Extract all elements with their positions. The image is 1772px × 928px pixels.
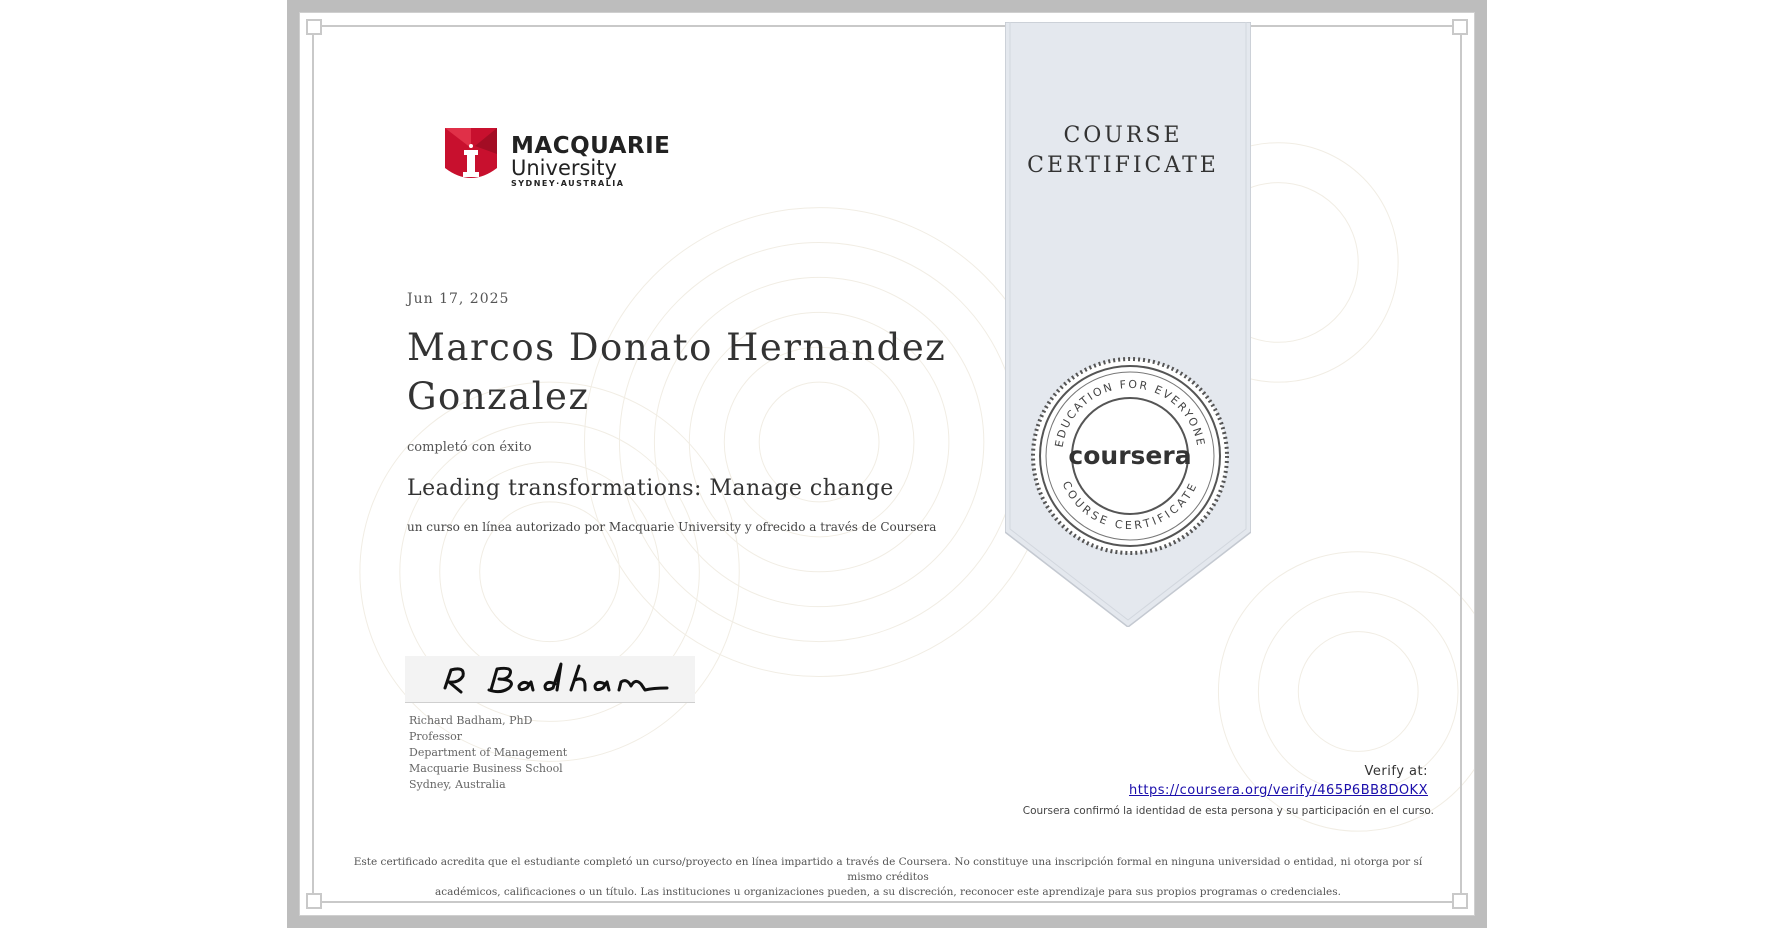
signer-school: Macquarie Business School xyxy=(409,762,563,775)
ribbon-title-line2: CERTIFICATE xyxy=(1027,153,1219,178)
corner-ornament xyxy=(306,19,322,35)
disclaimer-line2: académicos, calificaciones o un título. … xyxy=(435,886,1341,898)
ribbon-title-line1: COURSE xyxy=(1063,123,1183,148)
signature-image xyxy=(405,656,695,703)
signer-title: Professor xyxy=(409,730,463,743)
disclaimer: Este certificado acredita que el estudia… xyxy=(348,855,1428,900)
signer-location: Sydney, Australia xyxy=(409,778,506,791)
logo-wordmark-line3: SYDNEY·AUSTRALIA xyxy=(511,179,625,188)
signer-name: Richard Badham, PhD xyxy=(409,714,533,727)
ribbon-title: COURSE CERTIFICATE xyxy=(1005,121,1241,181)
verify-label: Verify at: xyxy=(1364,764,1428,779)
signer-department: Department of Management xyxy=(409,746,568,759)
issue-date: Jun 17, 2025 xyxy=(407,291,510,307)
completed-label: completó con éxito xyxy=(407,440,532,455)
corner-ornament xyxy=(1452,893,1468,909)
coursera-seal: EDUCATION FOR EVERYONE COURSE CERTIFICAT… xyxy=(1031,357,1229,555)
corner-ornament xyxy=(1452,19,1468,35)
corner-ornament xyxy=(306,893,322,909)
verify-note: Coursera confirmó la identidad de esta p… xyxy=(1022,805,1434,817)
disclaimer-line1: Este certificado acredita que el estudia… xyxy=(353,856,1423,883)
recipient-name: Marcos Donato Hernandez Gonzalez xyxy=(407,326,947,418)
verify-link[interactable]: https://coursera.org/verify/465P6BB8DOKX xyxy=(1129,783,1428,798)
signature-scribble xyxy=(443,662,669,694)
certificate-paper: MACQUARIE University SYDNEY·AUSTRALIA Ju… xyxy=(299,12,1475,916)
macquarie-shield-icon xyxy=(445,128,497,178)
course-title: Leading transformations: Manage change xyxy=(407,476,894,501)
verify-block: Verify at: https://coursera.org/verify/4… xyxy=(1129,764,1428,798)
signer-info: Richard Badham, PhD Professor Department… xyxy=(409,713,567,793)
seal-brand-text: coursera xyxy=(1068,441,1191,470)
course-description: un curso en línea autorizado por Macquar… xyxy=(407,520,937,534)
logo-wordmark-line2: University xyxy=(511,156,617,180)
certificate-frame: MACQUARIE University SYDNEY·AUSTRALIA Ju… xyxy=(287,0,1487,928)
